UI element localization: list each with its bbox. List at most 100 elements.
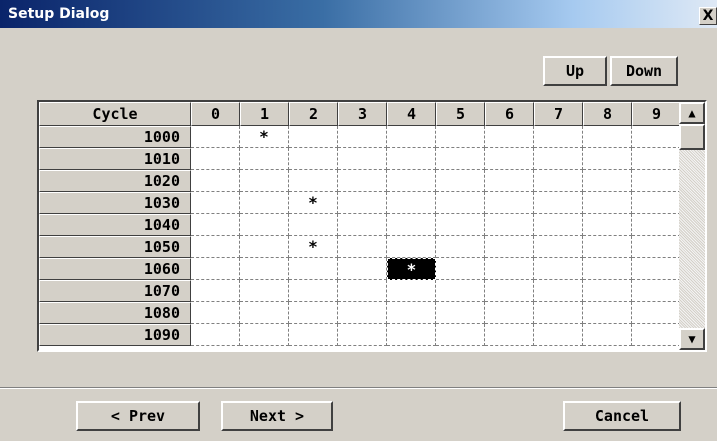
grid-cell[interactable] [191, 192, 240, 214]
grid-cell[interactable] [583, 148, 632, 170]
grid-cell[interactable] [289, 258, 338, 280]
grid-cell[interactable] [436, 302, 485, 324]
grid-cell[interactable] [632, 280, 681, 302]
grid-cell[interactable] [632, 302, 681, 324]
next-button[interactable]: Next > [221, 401, 333, 431]
grid-cell[interactable] [583, 214, 632, 236]
grid-cell[interactable] [240, 280, 289, 302]
grid-cell[interactable] [632, 324, 681, 346]
grid-cell[interactable] [191, 126, 240, 148]
grid-cell[interactable] [485, 324, 534, 346]
grid-cell[interactable] [240, 324, 289, 346]
grid-cell[interactable] [534, 236, 583, 258]
grid-cell[interactable] [632, 148, 681, 170]
grid-cell[interactable] [338, 302, 387, 324]
grid-cell[interactable] [240, 170, 289, 192]
grid-cell[interactable]: * [387, 258, 436, 280]
grid-cell[interactable] [436, 192, 485, 214]
grid-cell[interactable] [387, 302, 436, 324]
prev-button[interactable]: < Prev [76, 401, 200, 431]
grid-cell[interactable] [387, 170, 436, 192]
grid-cell[interactable] [485, 192, 534, 214]
grid-cell[interactable] [338, 324, 387, 346]
grid-cell[interactable] [436, 280, 485, 302]
cancel-button[interactable]: Cancel [563, 401, 681, 431]
grid-cell[interactable] [240, 148, 289, 170]
grid-cell[interactable] [338, 214, 387, 236]
grid-cell[interactable] [289, 324, 338, 346]
scroll-down-icon[interactable]: ▼ [679, 328, 705, 350]
grid-cell[interactable] [534, 148, 583, 170]
grid-cell[interactable] [583, 258, 632, 280]
grid-cell[interactable] [583, 324, 632, 346]
grid-cell[interactable] [387, 126, 436, 148]
grid-cell[interactable] [387, 324, 436, 346]
grid-cell[interactable] [436, 324, 485, 346]
grid-cell[interactable] [240, 192, 289, 214]
grid-cell[interactable] [485, 170, 534, 192]
grid-cell[interactable] [534, 258, 583, 280]
grid-cell[interactable] [534, 126, 583, 148]
grid-cell[interactable] [191, 280, 240, 302]
grid-cell[interactable] [191, 236, 240, 258]
grid-cell[interactable] [632, 214, 681, 236]
grid-cell[interactable] [436, 170, 485, 192]
close-button[interactable]: X [699, 7, 717, 25]
grid-cell[interactable] [583, 170, 632, 192]
grid-cell[interactable] [485, 258, 534, 280]
grid-cell[interactable] [485, 214, 534, 236]
grid-cell[interactable] [289, 126, 338, 148]
grid-cell[interactable] [632, 258, 681, 280]
grid-cell[interactable] [534, 214, 583, 236]
grid-cell[interactable] [289, 148, 338, 170]
grid-cell[interactable] [338, 192, 387, 214]
grid-cell[interactable] [583, 236, 632, 258]
grid-cell[interactable] [338, 148, 387, 170]
scroll-up-icon[interactable]: ▲ [679, 102, 705, 124]
grid-cell[interactable]: * [289, 192, 338, 214]
grid-cell[interactable] [632, 170, 681, 192]
grid-cell[interactable] [583, 126, 632, 148]
grid-cell[interactable] [485, 302, 534, 324]
scroll-thumb[interactable] [679, 124, 705, 150]
vertical-scrollbar[interactable]: ▲ ▼ [679, 102, 705, 350]
grid-cell[interactable] [387, 192, 436, 214]
grid-cell[interactable] [534, 280, 583, 302]
grid-cell[interactable] [387, 214, 436, 236]
grid-cell[interactable] [485, 126, 534, 148]
grid-cell[interactable] [191, 258, 240, 280]
grid-cell[interactable] [289, 302, 338, 324]
down-button[interactable]: Down [610, 56, 678, 86]
grid-cell[interactable]: * [289, 236, 338, 258]
grid-cell[interactable] [436, 126, 485, 148]
grid-cell[interactable] [632, 126, 681, 148]
grid-cell[interactable] [191, 148, 240, 170]
grid-cell[interactable] [289, 214, 338, 236]
grid-cell[interactable] [338, 258, 387, 280]
grid-cell[interactable] [338, 280, 387, 302]
grid-cell[interactable]: * [240, 126, 289, 148]
grid-cell[interactable] [240, 258, 289, 280]
grid-cell[interactable] [485, 280, 534, 302]
grid-cell[interactable] [191, 324, 240, 346]
grid-cell[interactable] [387, 236, 436, 258]
grid-cell[interactable] [436, 236, 485, 258]
grid-cell[interactable] [583, 302, 632, 324]
grid-cell[interactable] [289, 170, 338, 192]
grid-cell[interactable] [436, 148, 485, 170]
grid-cell[interactable] [534, 170, 583, 192]
grid-cell[interactable] [338, 170, 387, 192]
grid-cell[interactable] [191, 170, 240, 192]
grid-cell[interactable] [632, 236, 681, 258]
scroll-track[interactable] [679, 124, 705, 328]
grid-cell[interactable] [436, 214, 485, 236]
grid-cell[interactable] [240, 236, 289, 258]
grid-cell[interactable] [191, 214, 240, 236]
grid-cell[interactable] [338, 126, 387, 148]
grid-cell[interactable] [289, 280, 338, 302]
grid-cell[interactable] [240, 214, 289, 236]
title-bar[interactable]: Setup Dialog X [0, 0, 717, 28]
grid-cell[interactable] [583, 280, 632, 302]
grid-cell[interactable] [436, 258, 485, 280]
up-button[interactable]: Up [543, 56, 607, 86]
